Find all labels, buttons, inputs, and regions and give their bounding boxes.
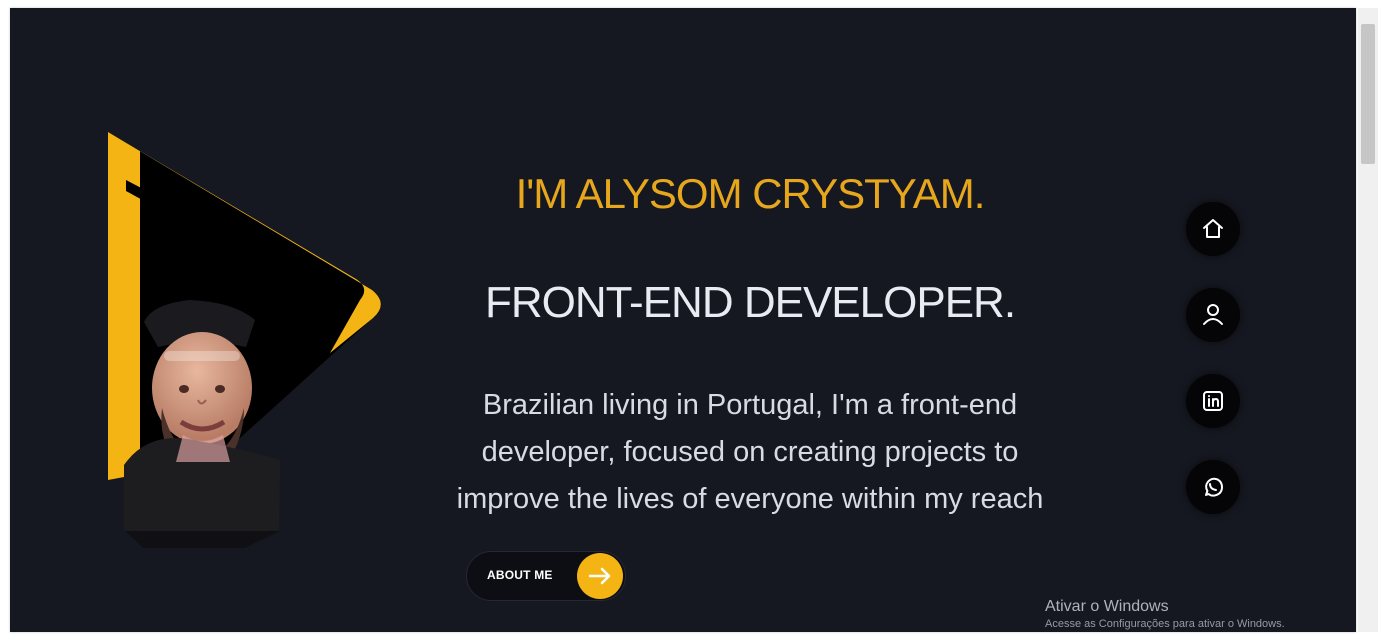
home-link[interactable] (1186, 202, 1240, 256)
hero-role-title: FRONT-END DEVELOPER. (484, 278, 1016, 327)
hero-portrait-art (70, 108, 430, 548)
portfolio-page: I'M ALYSOM CRYSTYAM. FRONT-END DEVELOPER… (10, 8, 1356, 632)
social-icon-nav (1186, 202, 1242, 522)
linkedin-icon (1203, 391, 1223, 411)
hero-bio-text: Brazilian living in Portugal, I'm a fron… (456, 389, 1044, 515)
vertical-scrollbar[interactable] (1358, 8, 1378, 632)
about-me-button[interactable]: ABOUT ME (466, 551, 626, 601)
linkedin-link[interactable] (1186, 374, 1240, 428)
hero-name-title: I'M ALYSOM CRYSTYAM. (515, 170, 986, 217)
profile-link[interactable] (1186, 288, 1240, 342)
arrow-right-icon (577, 553, 623, 599)
home-icon (1203, 219, 1223, 238)
watermark-subtitle: Acesse as Configurações para ativar o Wi… (1045, 618, 1285, 630)
watermark-title: Ativar o Windows (1045, 598, 1169, 615)
user-icon (1203, 304, 1223, 325)
whatsapp-icon (1205, 477, 1223, 497)
windows-activation-watermark: Ativar o Windows Acesse as Configurações… (1045, 597, 1345, 632)
whatsapp-link[interactable] (1186, 460, 1240, 514)
scrollbar-thumb[interactable] (1361, 24, 1375, 164)
about-me-button-label: ABOUT ME (487, 568, 553, 582)
